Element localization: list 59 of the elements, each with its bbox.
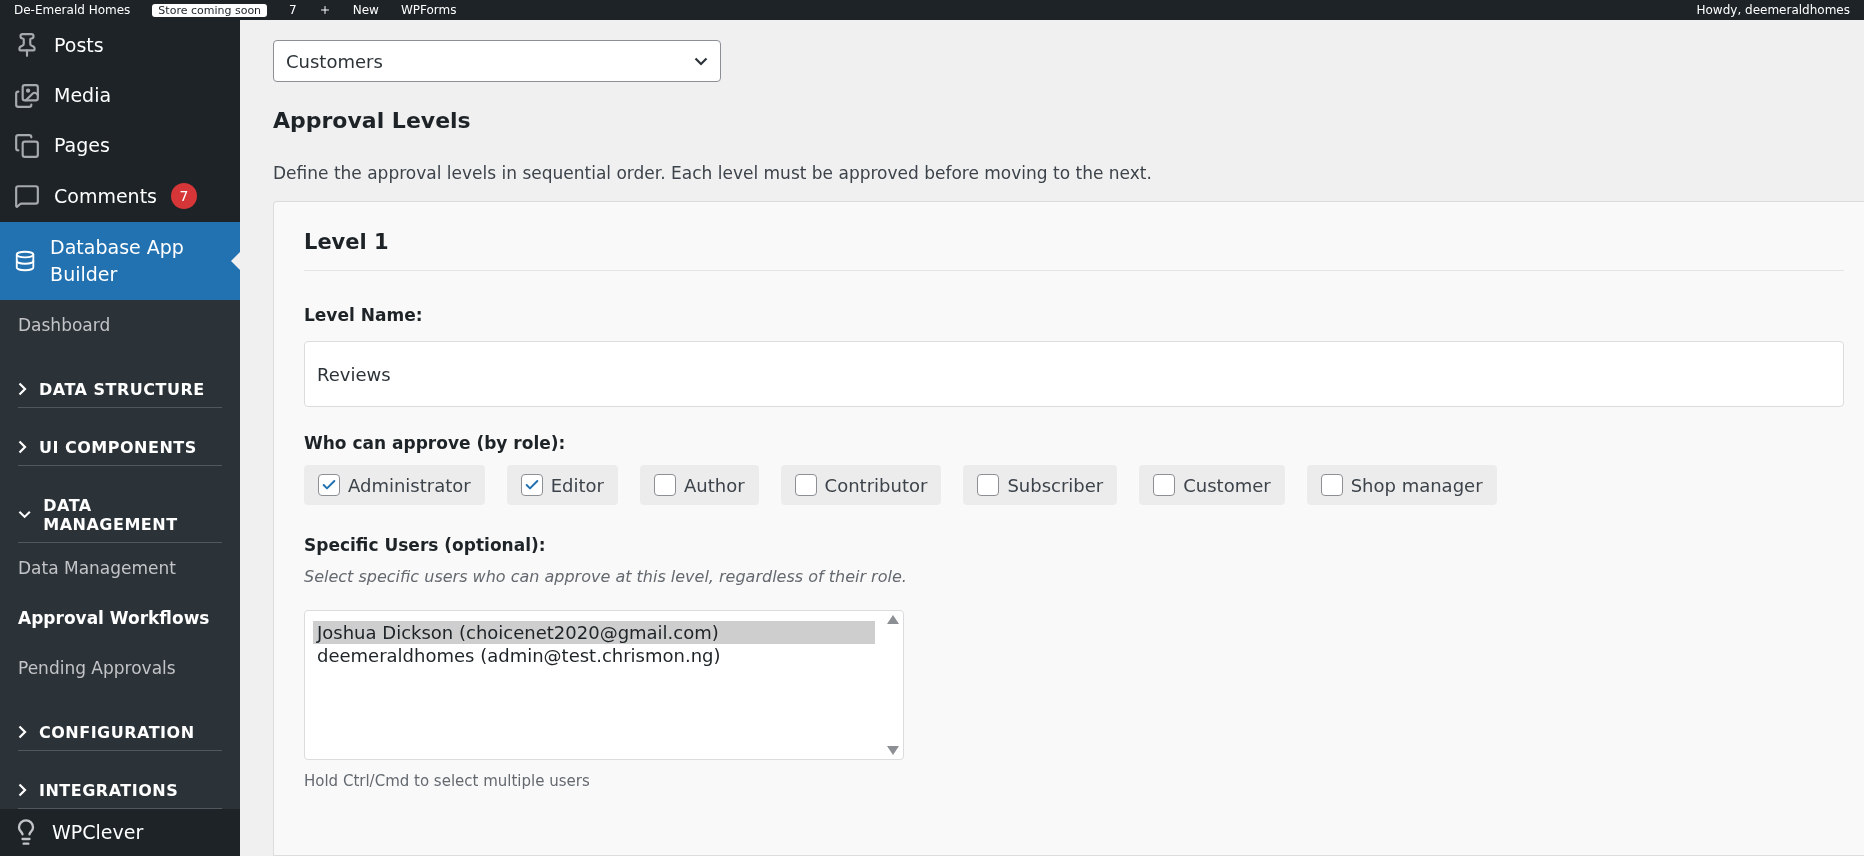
hint-text: Select specific users who can approve at this level, regardless of their role.: [304, 567, 908, 586]
store-status-badge: Store coming soon: [152, 3, 268, 17]
section-toggle[interactable]: INTEGRATIONS: [18, 770, 222, 809]
section-toggle[interactable]: CONFIGURATION: [18, 712, 222, 751]
role-checkbox[interactable]: Administrator: [304, 465, 485, 505]
comments-count[interactable]: 7: [289, 3, 297, 17]
chevron-down-icon: [694, 56, 708, 66]
role-checkbox[interactable]: Editor: [506, 465, 618, 505]
sidebar-menu-item[interactable]: Database App Builder: [0, 221, 240, 300]
role-checkbox[interactable]: Subscriber: [963, 465, 1118, 505]
checkbox[interactable]: [1320, 474, 1343, 496]
section-toggle[interactable]: DATA MANAGEMENT: [18, 485, 222, 543]
user-greeting[interactable]: Howdy, deemeraldhomes: [1696, 3, 1850, 17]
sidebar-menu-item[interactable]: Posts: [0, 20, 240, 71]
user-option[interactable]: deemeraldhomes (admin@test.chrismon.ng): [313, 644, 875, 667]
checkbox[interactable]: [654, 474, 676, 496]
chevron-right-icon: [18, 440, 27, 455]
level-title: Level 1: [304, 230, 1844, 271]
role-checkbox[interactable]: Shop manager: [1306, 465, 1497, 505]
section-toggle[interactable]: UI COMPONENTS: [18, 427, 222, 466]
users-listbox[interactable]: Joshua Dickson (choicenet2020@gmail.com) deemeraldhomes (admin@test.chrismon.ng): [304, 610, 904, 760]
chevron-right-icon: [18, 382, 27, 397]
field-label: Specific Users (optional):: [304, 535, 547, 555]
submenu-link[interactable]: Data Management: [0, 542, 240, 593]
submenu-link[interactable]: Pending Approvals: [0, 642, 240, 693]
plus-icon: [318, 4, 331, 16]
help-text: Hold Ctrl/Cmd to select multiple users: [304, 772, 591, 790]
section-heading: Approval Levels: [273, 108, 472, 133]
chevron-right-icon: [18, 725, 27, 740]
site-name[interactable]: De-Emerald Homes: [14, 3, 131, 17]
sidebar-menu-item[interactable]: Pages: [0, 120, 240, 172]
chevron-down-icon: [18, 510, 32, 520]
count-badge: 7: [171, 183, 197, 210]
checkbox[interactable]: [977, 474, 1000, 496]
table-select[interactable]: Customers: [273, 40, 721, 82]
description-text: Define the approval levels in sequential order. Each level must be approved before moving to the next.: [273, 163, 1153, 183]
checkbox[interactable]: [318, 474, 340, 496]
checkbox[interactable]: [520, 474, 543, 496]
submenu-link[interactable]: Dashboard: [0, 299, 240, 350]
sidebar-menu-item[interactable]: Comments 7: [0, 171, 240, 222]
sidebar-menu-item[interactable]: WPClever: [0, 808, 240, 856]
new-link[interactable]: New: [352, 3, 379, 17]
submenu-link[interactable]: Approval Workflows: [0, 592, 240, 643]
checkbox[interactable]: [794, 474, 817, 496]
images-icon: [14, 82, 40, 109]
section-toggle[interactable]: DATA STRUCTURE: [18, 369, 222, 408]
chevron-right-icon: [18, 783, 27, 798]
speech-bubble-icon: [14, 183, 40, 210]
role-checkbox[interactable]: Customer: [1139, 465, 1285, 505]
field-label: Who can approve (by role):: [304, 433, 567, 453]
role-checkbox[interactable]: Contributor: [780, 465, 942, 505]
user-option[interactable]: Joshua Dickson (choicenet2020@gmail.com): [313, 621, 875, 644]
pages-icon: [14, 132, 40, 159]
level-name-field[interactable]: Reviews: [304, 341, 1844, 407]
role-checkbox[interactable]: Author: [640, 465, 759, 505]
wpforms-link[interactable]: WPForms: [400, 3, 457, 17]
field-label: Level Name:: [304, 305, 424, 325]
checkbox[interactable]: [1153, 474, 1176, 496]
sidebar-menu-item[interactable]: Media: [0, 70, 240, 121]
